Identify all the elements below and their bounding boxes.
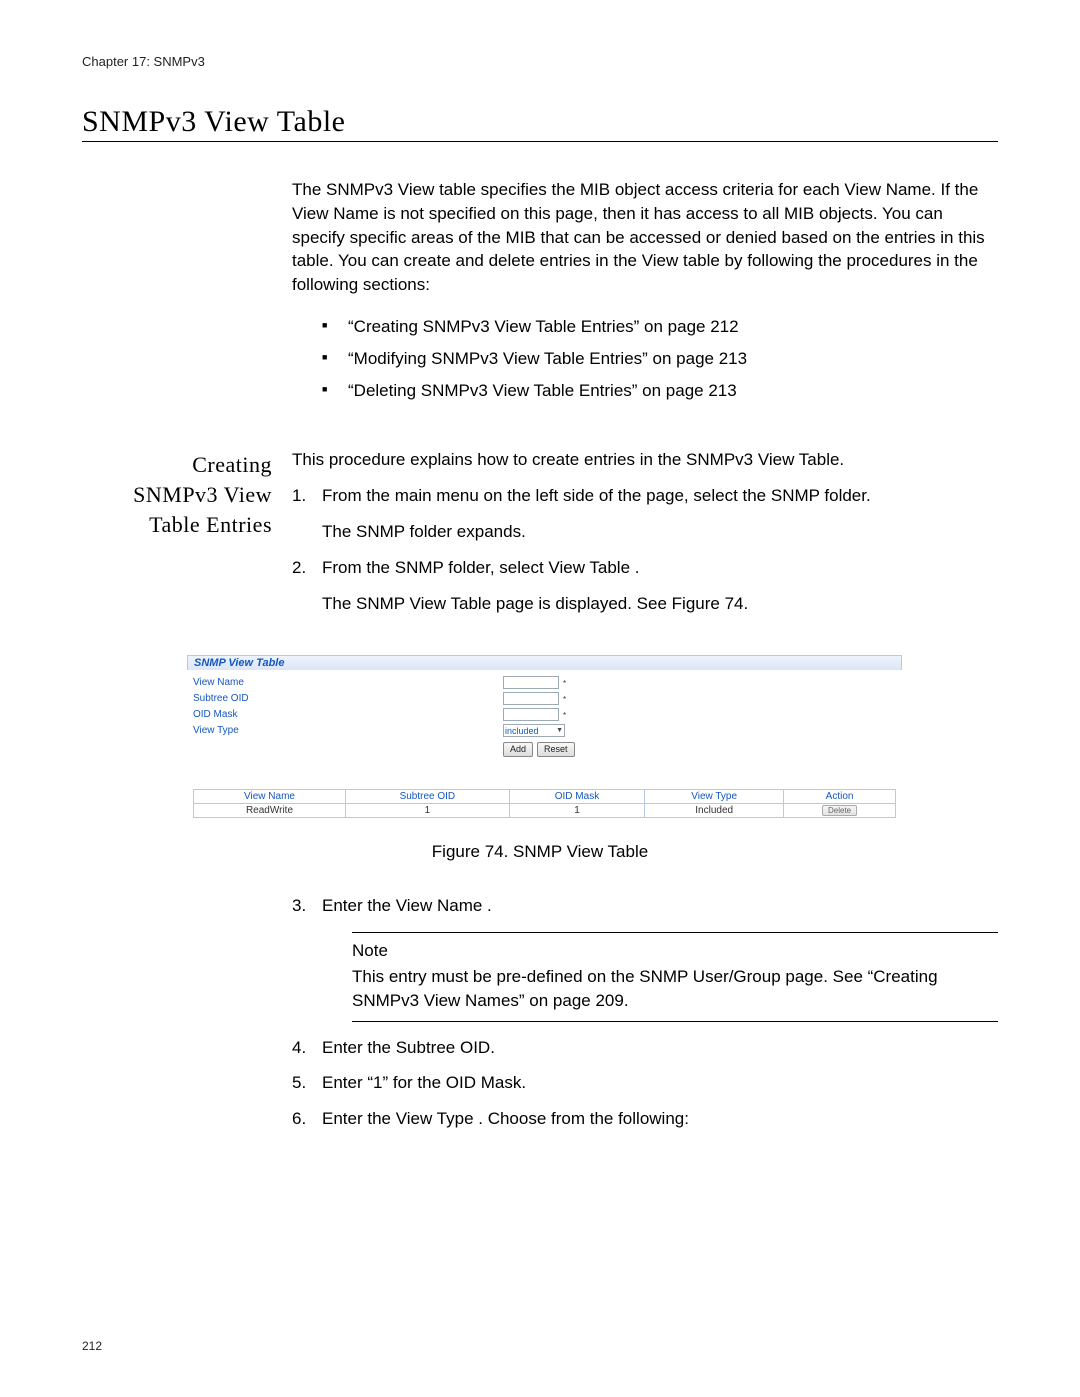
required-asterisk-icon: * (563, 679, 566, 688)
col-view-name: View Name (194, 790, 346, 804)
delete-button[interactable]: Delete (822, 805, 857, 816)
cell-view-name: ReadWrite (194, 804, 346, 818)
table-row: ReadWrite 1 1 Included Delete (194, 804, 896, 818)
page-number: 212 (82, 1339, 102, 1353)
side-line: SNMPv3 View (133, 482, 272, 507)
step-6: Enter the View Type . Choose from the fo… (292, 1107, 998, 1131)
subtree-oid-input[interactable] (503, 692, 559, 705)
intro-bullet: “Creating SNMPv3 View Table Entries” on … (322, 315, 998, 339)
step-4: Enter the Subtree OID. (292, 1036, 998, 1060)
required-asterisk-icon: * (563, 695, 566, 704)
panel-title: SNMP View Table (187, 655, 902, 670)
col-subtree-oid: Subtree OID (345, 790, 509, 804)
intro-bullets: “Creating SNMPv3 View Table Entries” on … (292, 315, 998, 402)
step-2-result: The SNMP View Table page is displayed. S… (322, 592, 998, 616)
intro-paragraph: The SNMPv3 View table specifies the MIB … (292, 178, 998, 297)
view-type-selected-value: included (505, 726, 539, 736)
step-text: From the SNMP folder, select View Table … (322, 558, 639, 577)
view-type-select[interactable]: included ▼ (503, 724, 565, 737)
step-text: Enter the View Name . (322, 896, 492, 915)
chevron-down-icon: ▼ (556, 727, 563, 734)
reset-button[interactable]: Reset (537, 742, 575, 757)
intro-bullet: “Deleting SNMPv3 View Table Entries” on … (322, 379, 998, 403)
col-action: Action (784, 790, 896, 804)
side-line: Table Entries (149, 512, 272, 537)
oid-mask-input[interactable] (503, 708, 559, 721)
label-subtree-oid: Subtree OID (193, 693, 503, 704)
page-title: SNMPv3 View Table (82, 105, 998, 142)
figure-caption: Figure 74. SNMP View Table (82, 842, 998, 862)
chapter-label: Chapter 17: SNMPv3 (82, 54, 998, 69)
step-text: Enter “1” for the OID Mask. (322, 1073, 526, 1092)
add-button[interactable]: Add (503, 742, 533, 757)
label-view-type: View Type (193, 725, 503, 736)
col-oid-mask: OID Mask (509, 790, 645, 804)
intro-bullet: “Modifying SNMPv3 View Table Entries” on… (322, 347, 998, 371)
panel-body: View Name * Subtree OID * OID Mask * Vie… (187, 676, 902, 824)
view-name-input[interactable] (503, 676, 559, 689)
col-view-type: View Type (645, 790, 784, 804)
required-asterisk-icon: * (563, 711, 566, 720)
cell-action: Delete (784, 804, 896, 818)
step-3: Enter the View Name . Note This entry mu… (292, 894, 998, 1021)
snmp-view-results-table: View Name Subtree OID OID Mask View Type… (193, 789, 896, 818)
section-side-heading: Creating SNMPv3 View Table Entries (82, 448, 272, 539)
step-1-result: The SNMP folder expands. (322, 520, 998, 544)
table-header-row: View Name Subtree OID OID Mask View Type… (194, 790, 896, 804)
cell-subtree-oid: 1 (345, 804, 509, 818)
step-text: Enter the Subtree OID. (322, 1038, 495, 1057)
note-body: This entry must be pre-defined on the SN… (352, 965, 998, 1013)
note-block: Note This entry must be pre-defined on t… (352, 932, 998, 1021)
side-line: Creating (192, 452, 272, 477)
step-text: Enter the View Type . Choose from the fo… (322, 1109, 689, 1128)
section-lead: This procedure explains how to create en… (292, 448, 998, 472)
step-5: Enter “1” for the OID Mask. (292, 1071, 998, 1095)
snmp-view-table-figure: SNMP View Table View Name * Subtree OID … (187, 655, 902, 824)
step-1: From the main menu on the left side of t… (292, 484, 998, 544)
label-view-name: View Name (193, 677, 503, 688)
cell-view-type: Included (645, 804, 784, 818)
step-2: From the SNMP folder, select View Table … (292, 556, 998, 616)
label-oid-mask: OID Mask (193, 709, 503, 720)
note-heading: Note (352, 939, 998, 963)
step-text: From the main menu on the left side of t… (322, 486, 871, 505)
cell-oid-mask: 1 (509, 804, 645, 818)
